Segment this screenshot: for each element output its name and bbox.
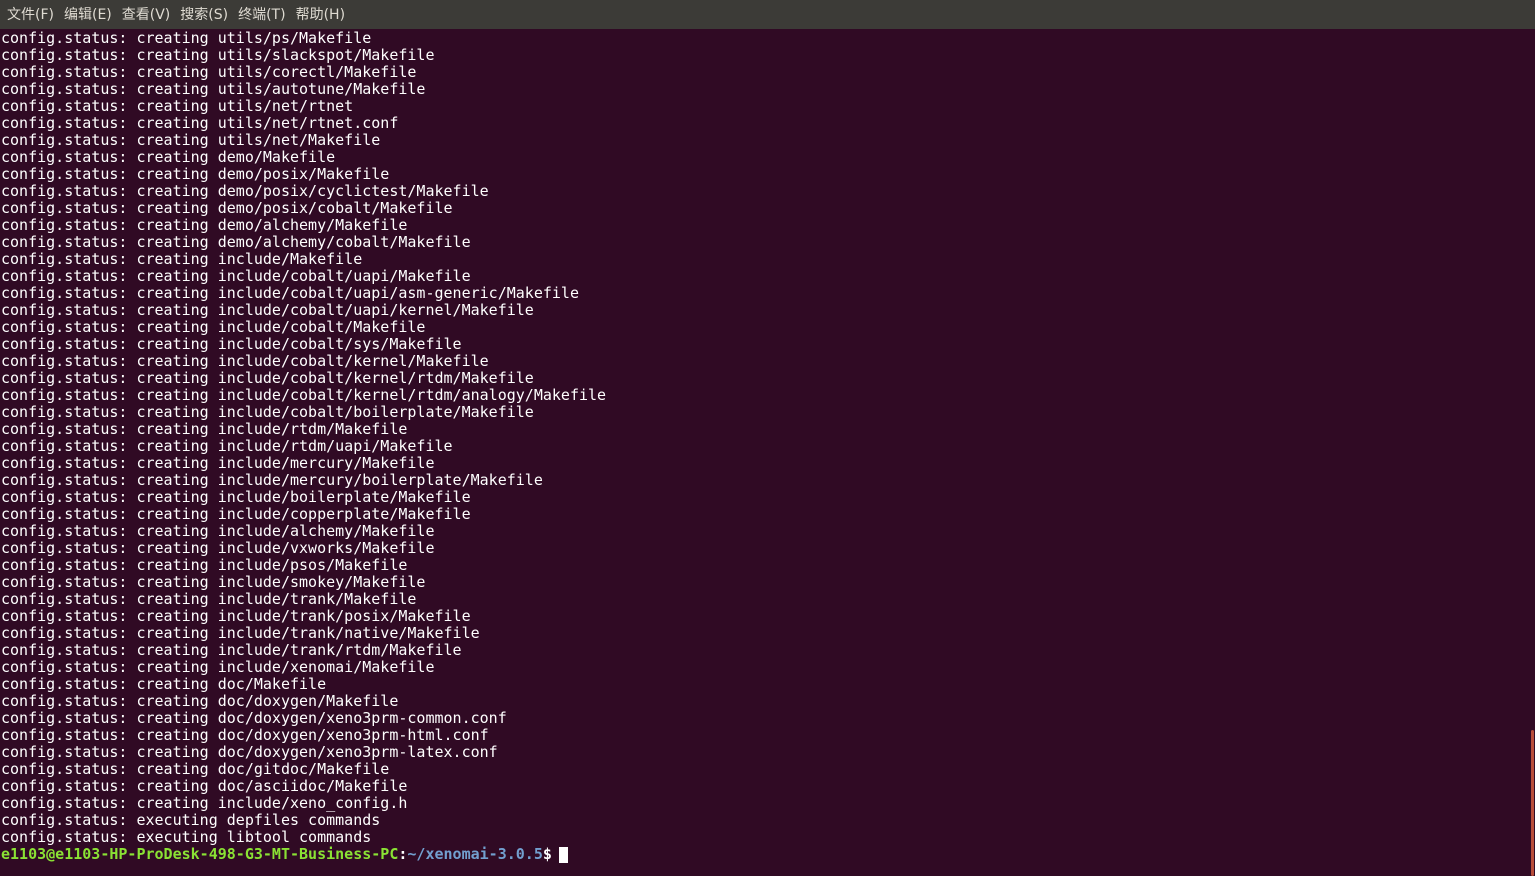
- output-line: config.status: creating demo/posix/cycli…: [1, 182, 489, 200]
- output-line: config.status: creating demo/posix/cobal…: [1, 199, 453, 217]
- shell-prompt[interactable]: e1103@e1103-HP-ProDesk-498-G3-MT-Busines…: [1, 846, 1529, 863]
- output-line: config.status: creating include/xenomai/…: [1, 658, 435, 676]
- output-line: config.status: creating include/alchemy/…: [1, 522, 435, 540]
- output-line: config.status: creating include/psos/Mak…: [1, 556, 408, 574]
- menu-terminal[interactable]: 终端(T): [233, 0, 290, 29]
- prompt-path: ~/xenomai-3.0.5: [407, 845, 543, 863]
- output-line: config.status: creating utils/net/rtnet.…: [1, 114, 399, 132]
- output-lines: config.status: creating utils/ps/Makefil…: [1, 30, 1529, 846]
- output-line: config.status: creating include/cobalt/k…: [1, 369, 534, 387]
- output-line: config.status: creating doc/doxygen/xeno…: [1, 726, 489, 744]
- prompt-user-host: e1103@e1103-HP-ProDesk-498-G3-MT-Busines…: [1, 845, 399, 863]
- output-line: config.status: creating include/xeno_con…: [1, 794, 408, 812]
- output-line: config.status: creating doc/doxygen/xeno…: [1, 709, 507, 727]
- output-line: config.status: creating include/mercury/…: [1, 471, 543, 489]
- terminal-window: 文件(F) 编辑(E) 查看(V) 搜索(S) 终端(T) 帮助(H) conf…: [0, 0, 1535, 876]
- output-line: config.status: creating doc/doxygen/Make…: [1, 692, 399, 710]
- prompt-symbol: $: [542, 845, 552, 863]
- output-line: config.status: creating utils/net/rtnet: [1, 97, 354, 115]
- output-line: config.status: creating include/rtdm/Mak…: [1, 420, 408, 438]
- output-line: config.status: creating include/trank/Ma…: [1, 590, 417, 608]
- text-cursor: [558, 846, 568, 863]
- output-line: config.status: creating include/rtdm/uap…: [1, 437, 453, 455]
- output-line: config.status: creating doc/doxygen/xeno…: [1, 743, 498, 761]
- output-line: config.status: creating doc/asciidoc/Mak…: [1, 777, 408, 795]
- output-line: config.status: creating include/trank/rt…: [1, 641, 462, 659]
- output-line: config.status: creating include/copperpl…: [1, 505, 471, 523]
- output-line: config.status: creating include/cobalt/b…: [1, 403, 534, 421]
- terminal-output[interactable]: config.status: creating utils/ps/Makefil…: [1, 30, 1529, 876]
- output-line: config.status: creating demo/posix/Makef…: [1, 165, 390, 183]
- output-line: config.status: creating include/smokey/M…: [1, 573, 426, 591]
- menu-view[interactable]: 查看(V): [117, 0, 176, 29]
- prompt-separator: :: [398, 845, 408, 863]
- output-line: config.status: creating demo/alchemy/cob…: [1, 233, 471, 251]
- menu-file[interactable]: 文件(F): [2, 0, 59, 29]
- output-line: config.status: creating include/cobalt/u…: [1, 284, 579, 302]
- output-line: config.status: creating include/trank/na…: [1, 624, 480, 642]
- output-line: config.status: creating include/cobalt/k…: [1, 352, 489, 370]
- output-line: config.status: executing libtool command…: [1, 828, 372, 846]
- output-line: config.status: creating include/cobalt/M…: [1, 318, 426, 336]
- output-line: config.status: creating include/vxworks/…: [1, 539, 435, 557]
- output-line: config.status: creating include/Makefile: [1, 250, 363, 268]
- menu-edit[interactable]: 编辑(E): [59, 0, 117, 29]
- menu-bar: 文件(F) 编辑(E) 查看(V) 搜索(S) 终端(T) 帮助(H): [0, 0, 1535, 29]
- output-line: config.status: creating include/cobalt/u…: [1, 267, 471, 285]
- menu-help[interactable]: 帮助(H): [291, 0, 350, 29]
- output-line: config.status: creating utils/autotune/M…: [1, 80, 426, 98]
- output-line: config.status: creating doc/gitdoc/Makef…: [1, 760, 390, 778]
- output-line: config.status: creating doc/Makefile: [1, 675, 327, 693]
- output-line: config.status: executing depfiles comman…: [1, 811, 381, 829]
- scrollbar-thumb[interactable]: [1531, 730, 1534, 876]
- output-line: config.status: creating include/mercury/…: [1, 454, 435, 472]
- output-line: config.status: creating include/boilerpl…: [1, 488, 471, 506]
- output-line: config.status: creating include/trank/po…: [1, 607, 471, 625]
- output-line: config.status: creating include/cobalt/u…: [1, 301, 534, 319]
- menu-search[interactable]: 搜索(S): [175, 0, 233, 29]
- output-line: config.status: creating utils/corectl/Ma…: [1, 63, 417, 81]
- output-line: config.status: creating demo/Makefile: [1, 148, 336, 166]
- output-line: config.status: creating utils/ps/Makefil…: [1, 30, 372, 47]
- output-line: config.status: creating demo/alchemy/Mak…: [1, 216, 408, 234]
- output-line: config.status: creating utils/net/Makefi…: [1, 131, 381, 149]
- output-line: config.status: creating include/cobalt/s…: [1, 335, 462, 353]
- output-line: config.status: creating utils/slackspot/…: [1, 46, 435, 64]
- output-line: config.status: creating include/cobalt/k…: [1, 386, 607, 404]
